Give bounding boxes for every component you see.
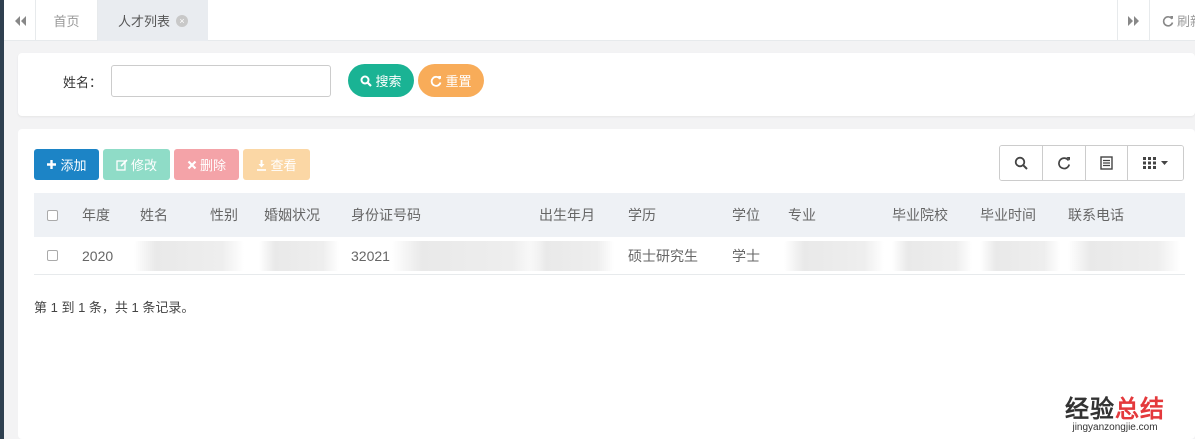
name-label: 姓名： <box>63 75 103 90</box>
table-toolbar <box>999 145 1184 181</box>
tab-home[interactable]: 首页 <box>36 0 98 41</box>
degree-cell: 学士 <box>732 247 760 264</box>
graduation-date-cell-redacted <box>980 237 1060 274</box>
grid-icon <box>1143 157 1156 169</box>
add-button-label: 添加 <box>60 158 87 173</box>
watermark: 经验总结 jingyanzongjie.com <box>1055 389 1175 433</box>
toggle-card-view-button[interactable] <box>1086 146 1128 180</box>
add-button[interactable]: 添加 <box>34 149 99 180</box>
table-panel: 添加 修改 删除 查看 年度 姓名 性别 婚姻状况 身份证号码 出生年月 学历 … <box>18 129 1195 439</box>
edit-button[interactable]: 修改 <box>103 149 170 180</box>
school-cell-redacted <box>892 237 972 274</box>
search-icon <box>360 75 373 87</box>
reset-button[interactable]: 重置 <box>418 64 484 97</box>
education-cell: 硕士研究生 <box>628 247 698 264</box>
sidebar-edge <box>0 0 4 439</box>
column-header[interactable]: 学历 <box>628 193 656 237</box>
year-cell: 2020 <box>82 247 114 264</box>
refresh-icon <box>431 75 442 87</box>
refresh-table-button[interactable] <box>1043 146 1086 180</box>
delete-button-label: 删除 <box>199 158 226 173</box>
id-number-cell: 32021 <box>351 237 542 274</box>
tab-scroll-right-button[interactable] <box>1117 0 1149 41</box>
search-icon <box>1014 156 1028 170</box>
column-header[interactable]: 学位 <box>732 193 760 237</box>
birth-date-cell-redacted <box>529 237 614 274</box>
watermark-url: jingyanzongjie.com <box>1072 422 1158 433</box>
major-cell-redacted <box>784 237 884 274</box>
id-number-prefix: 32021 <box>351 247 390 264</box>
name-cell-redacted <box>134 237 244 274</box>
toggle-search-button[interactable] <box>1000 146 1043 180</box>
double-chevron-left-icon <box>14 15 26 26</box>
tab-home-label: 首页 <box>53 14 80 29</box>
tab-bar: 首页 人才列表 × 刷新 <box>4 0 1195 41</box>
watermark-logo: 经验总结 <box>1055 389 1175 424</box>
edit-button-label: 修改 <box>130 158 157 173</box>
column-header[interactable]: 联系电话 <box>1068 193 1124 237</box>
column-header[interactable]: 性别 <box>210 193 238 237</box>
pagination-summary: 第 1 到 1 条，共 1 条记录。 <box>34 300 195 315</box>
marital-status-cell-redacted <box>259 237 339 274</box>
reset-button-label: 重置 <box>445 74 472 89</box>
tab-scroll-left-button[interactable] <box>4 0 36 41</box>
tab-refresh-button[interactable]: 刷新 <box>1149 0 1195 41</box>
select-all-checkbox[interactable] <box>47 209 58 221</box>
close-icon[interactable]: × <box>176 14 188 27</box>
list-icon <box>1100 156 1113 170</box>
view-button[interactable]: 查看 <box>243 149 310 180</box>
name-search-input[interactable] <box>111 65 331 97</box>
table-row[interactable]: 2020 32021 硕士研究生 学士 <box>34 237 1185 275</box>
row-checkbox[interactable] <box>47 250 58 261</box>
delete-button[interactable]: 删除 <box>174 149 239 180</box>
edit-icon <box>116 158 128 171</box>
watermark-text-dark: 经验 <box>1065 396 1115 423</box>
column-header[interactable]: 毕业时间 <box>980 193 1036 237</box>
column-header[interactable]: 婚姻状况 <box>264 193 320 237</box>
plus-icon <box>47 160 57 169</box>
tab-talent-list-label: 人才列表 <box>117 14 170 29</box>
phone-cell-redacted <box>1068 237 1180 274</box>
columns-dropdown-button[interactable] <box>1128 146 1183 180</box>
column-header[interactable]: 身份证号码 <box>351 193 421 237</box>
watermark-text-red: 总结 <box>1115 396 1165 423</box>
search-panel: 姓名： 搜索 重置 <box>18 53 1195 116</box>
double-chevron-right-icon <box>1127 15 1139 26</box>
view-button-label: 查看 <box>270 158 297 173</box>
column-header[interactable]: 姓名 <box>140 193 168 237</box>
tab-talent-list[interactable]: 人才列表 × <box>98 0 208 41</box>
row-checkbox-cell <box>47 237 58 274</box>
column-header[interactable]: 专业 <box>788 193 816 237</box>
refresh-icon <box>1058 157 1071 170</box>
table-header-row: 年度 姓名 性别 婚姻状况 身份证号码 出生年月 学历 学位 专业 毕业院校 毕… <box>34 193 1185 237</box>
refresh-icon <box>1162 15 1174 27</box>
data-table: 年度 姓名 性别 婚姻状况 身份证号码 出生年月 学历 学位 专业 毕业院校 毕… <box>34 193 1185 275</box>
column-header[interactable]: 年度 <box>82 193 110 237</box>
tab-refresh-label: 刷新 <box>1177 14 1195 29</box>
select-all-checkbox-cell <box>47 193 58 237</box>
column-header[interactable]: 毕业院校 <box>892 193 948 237</box>
search-button[interactable]: 搜索 <box>348 64 414 97</box>
column-header[interactable]: 出生年月 <box>539 193 595 237</box>
caret-down-icon <box>1161 161 1168 165</box>
search-button-label: 搜索 <box>375 74 402 89</box>
download-icon <box>257 159 267 171</box>
close-icon <box>187 160 197 169</box>
